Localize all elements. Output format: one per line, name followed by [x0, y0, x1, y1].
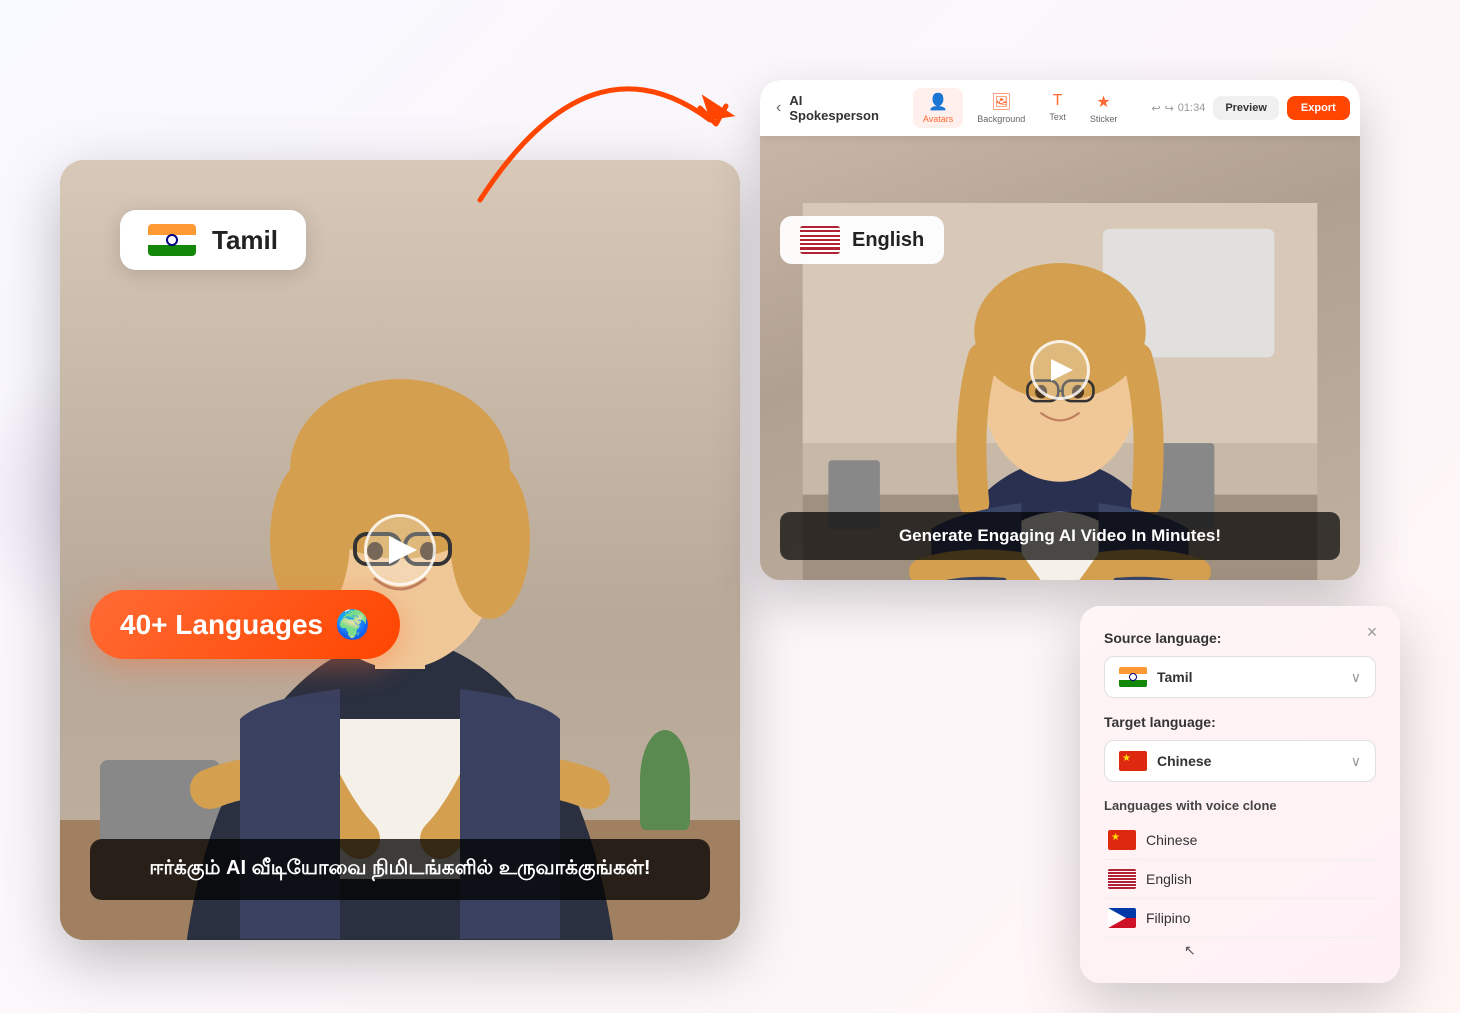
- tamil-label: Tamil: [212, 225, 278, 256]
- filipino-option-label: Filipino: [1146, 910, 1190, 926]
- english-option-label: English: [1146, 871, 1192, 887]
- voice-clone-item-chinese[interactable]: ★ Chinese: [1104, 821, 1376, 860]
- background-tab[interactable]: 🖼 Background: [967, 88, 1035, 128]
- sticker-icon: ★: [1096, 92, 1110, 112]
- voice-clone-label: Languages with voice clone: [1104, 798, 1376, 813]
- timer-display: 01:34: [1178, 102, 1206, 114]
- back-button[interactable]: ‹: [776, 94, 781, 122]
- redo-button[interactable]: ↪: [1165, 102, 1174, 115]
- voice-clone-item-filipino[interactable]: Filipino: [1104, 899, 1376, 938]
- page-scene: Tamil 40+ Languages 🌍 ஈர்க்கும் AI வீடிய…: [0, 0, 1460, 1013]
- right-play-button[interactable]: [1030, 340, 1090, 400]
- china-flag: ★: [1119, 751, 1147, 771]
- tamil-language-badge: Tamil: [120, 210, 306, 270]
- india-flag-small: [1119, 667, 1147, 687]
- china-star: ★: [1122, 753, 1131, 764]
- sticker-label: Sticker: [1090, 114, 1118, 124]
- voice-clone-section: Languages with voice clone ★ Chinese: [1104, 798, 1376, 959]
- avatars-label: Avatars: [923, 114, 953, 124]
- us-flag-small: [1108, 869, 1136, 889]
- source-chevron-icon: ∨: [1351, 669, 1361, 686]
- main-video-card: Tamil 40+ Languages 🌍 ஈர்க்கும் AI வீடிய…: [60, 160, 740, 940]
- right-video-card: ‹ AI Spokesperson 👤 Avatars 🖼 Background: [760, 80, 1360, 580]
- ph-flag: [1108, 908, 1136, 928]
- generate-text-bar: Generate Engaging AI Video In Minutes!: [780, 512, 1340, 560]
- source-language-select[interactable]: Tamil ∨: [1104, 656, 1376, 698]
- text-icon: T: [1053, 92, 1063, 110]
- editor-title: AI Spokesperson: [789, 93, 879, 123]
- china-flag-2: ★: [1108, 830, 1136, 850]
- target-language-label: Target language:: [1104, 714, 1376, 730]
- editor-toolbar: 👤 Avatars 🖼 Background T Text ★ Sticker: [913, 88, 1127, 128]
- right-video-background: English Generate Engaging AI Video In Mi…: [760, 136, 1360, 580]
- languages-count-text: 40+ Languages: [120, 609, 323, 641]
- languages-count-badge[interactable]: 40+ Languages 🌍: [90, 590, 400, 659]
- target-chevron-icon: ∨: [1351, 753, 1361, 770]
- text-tab[interactable]: T Text: [1039, 88, 1076, 128]
- undo-button[interactable]: ↩: [1151, 102, 1160, 115]
- avatars-icon: 👤: [928, 92, 948, 112]
- undo-redo-controls: ↩ ↪ 01:34: [1151, 102, 1205, 115]
- close-dropdown-button[interactable]: ×: [1360, 620, 1384, 644]
- main-caption-text: ஈர்க்கும் AI வீடியோவை நிமிடங்களில் உருவா…: [114, 857, 686, 882]
- target-language-value: Chinese: [1157, 753, 1341, 769]
- right-play-triangle-icon: [1051, 359, 1073, 381]
- source-language-label: Source language:: [1104, 630, 1376, 646]
- generate-text-content: Generate Engaging AI Video In Minutes!: [800, 526, 1320, 546]
- background-label: Background: [977, 114, 1025, 124]
- export-button[interactable]: Export: [1287, 96, 1350, 120]
- video-editor-header: ‹ AI Spokesperson 👤 Avatars 🖼 Background: [760, 80, 1360, 136]
- india-flag: [148, 224, 196, 256]
- text-label: Text: [1049, 112, 1066, 122]
- preview-button[interactable]: Preview: [1213, 96, 1279, 120]
- main-caption-bar: ஈர்க்கும் AI வீடியோவை நிமிடங்களில் உருவா…: [90, 839, 710, 900]
- cursor-icon: ↖: [1184, 942, 1376, 959]
- english-language-badge: English: [780, 216, 944, 264]
- main-play-button[interactable]: [364, 514, 436, 586]
- source-language-value: Tamil: [1157, 669, 1341, 685]
- globe-icon: 🌍: [335, 608, 370, 641]
- play-triangle-icon: [389, 536, 417, 564]
- connecting-arrow: [420, 20, 760, 220]
- target-language-select[interactable]: ★ Chinese ∨: [1104, 740, 1376, 782]
- sticker-tab[interactable]: ★ Sticker: [1080, 88, 1128, 128]
- voice-clone-item-english[interactable]: English: [1104, 860, 1376, 899]
- background-icon: 🖼: [991, 92, 1011, 112]
- chinese-option-label: Chinese: [1146, 832, 1197, 848]
- us-flag: [800, 226, 840, 254]
- avatars-tab[interactable]: 👤 Avatars: [913, 88, 963, 128]
- english-label: English: [852, 229, 924, 252]
- main-person-illustration: [60, 238, 740, 940]
- language-dropdown-card: × Source language: Tamil ∨ Target langua…: [1080, 606, 1400, 983]
- china-star-2: ★: [1111, 832, 1120, 843]
